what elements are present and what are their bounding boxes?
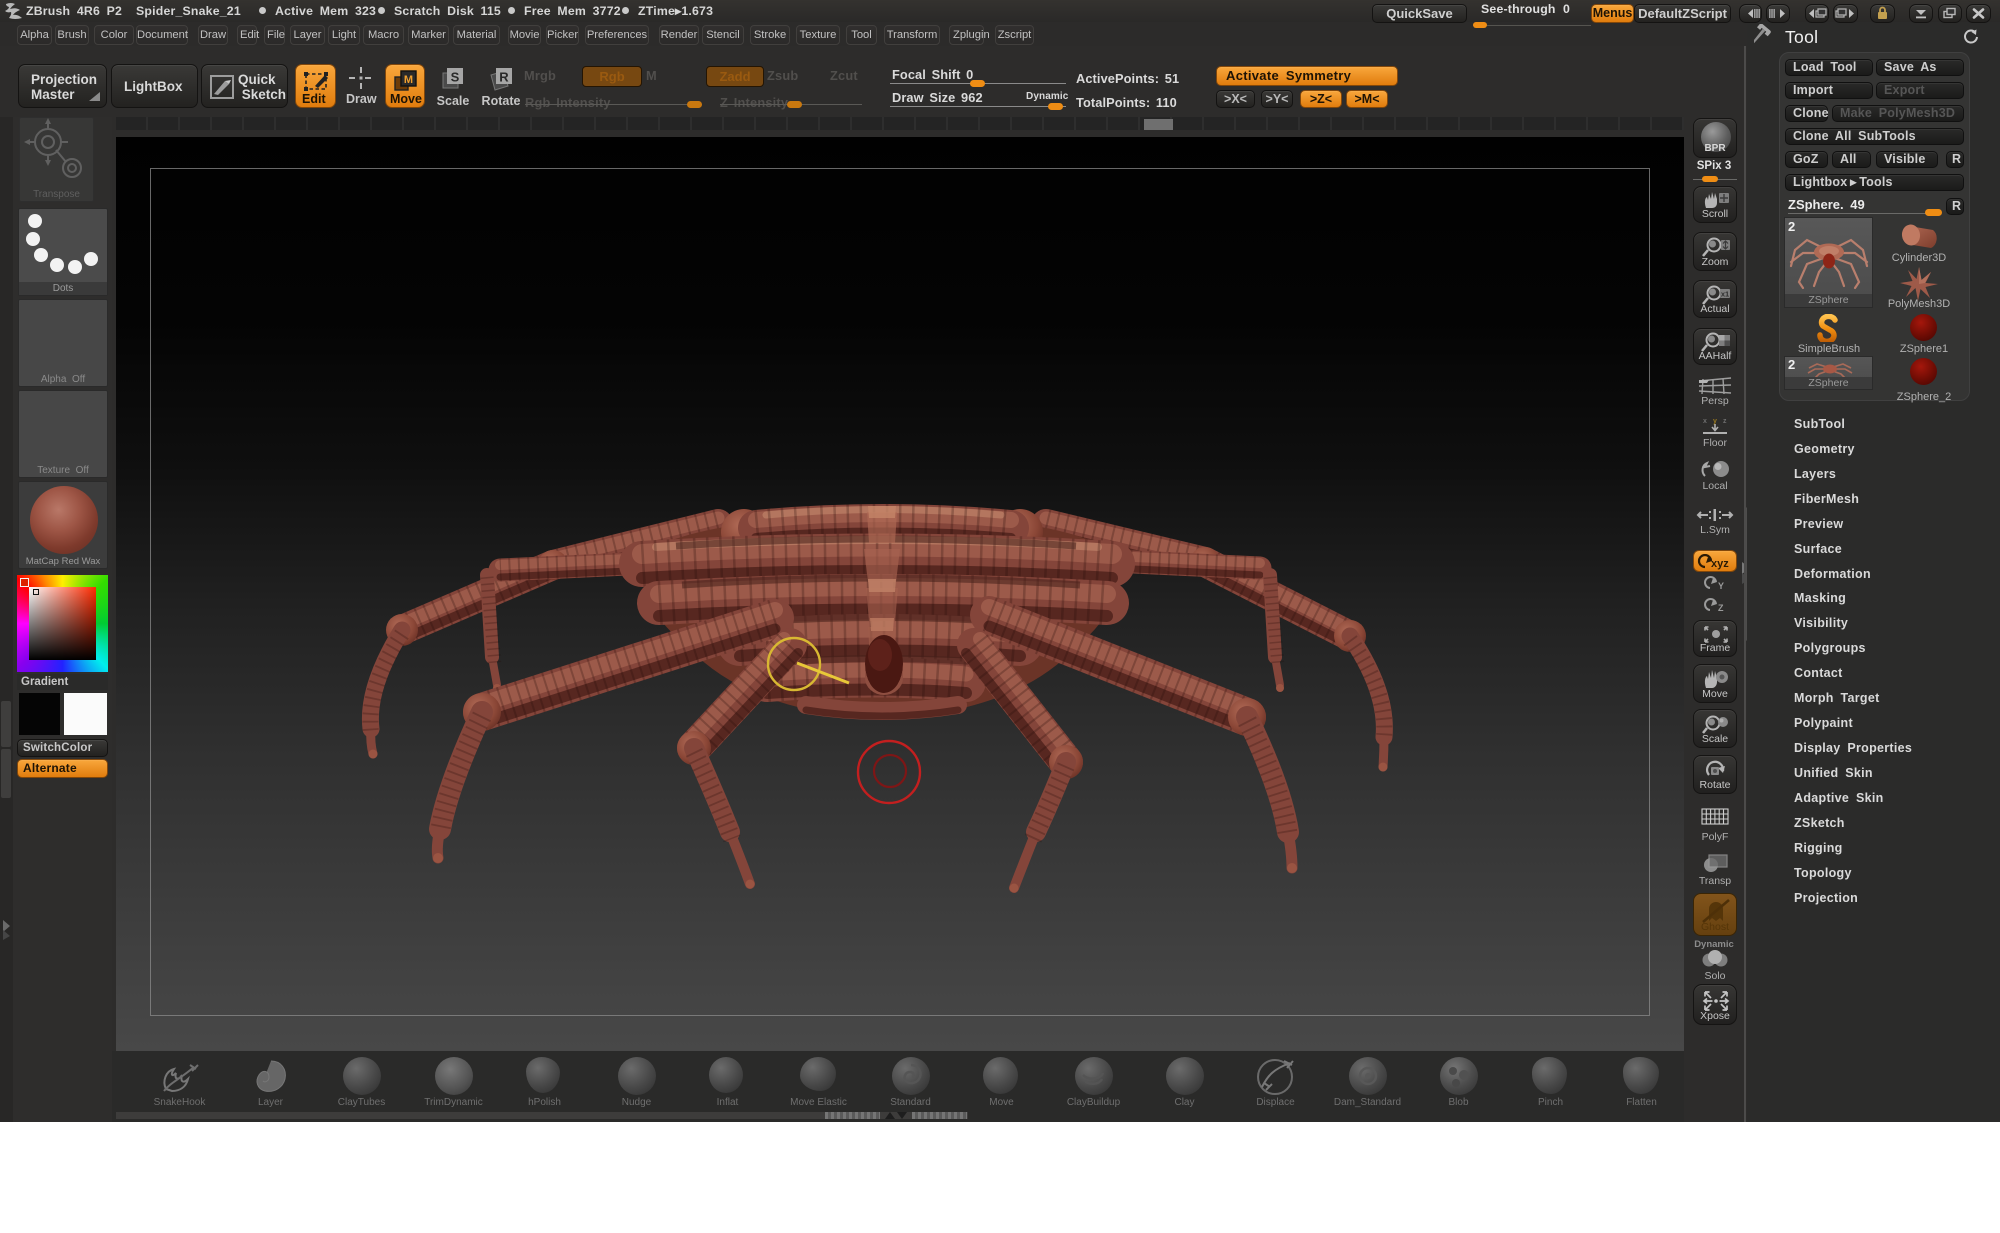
- svg-text:M: M: [404, 74, 413, 86]
- svg-text:x: x: [1703, 418, 1707, 425]
- svg-text:Y: Y: [1718, 581, 1724, 591]
- svg-text:x1: x1: [1721, 290, 1729, 299]
- svg-text:Z: Z: [1718, 603, 1724, 613]
- svg-text:S: S: [451, 70, 460, 85]
- svg-text:xyz: xyz: [1711, 558, 1729, 570]
- svg-text:z: z: [1723, 418, 1727, 425]
- svg-text:y: y: [1713, 418, 1717, 425]
- svg-text:R: R: [499, 70, 509, 85]
